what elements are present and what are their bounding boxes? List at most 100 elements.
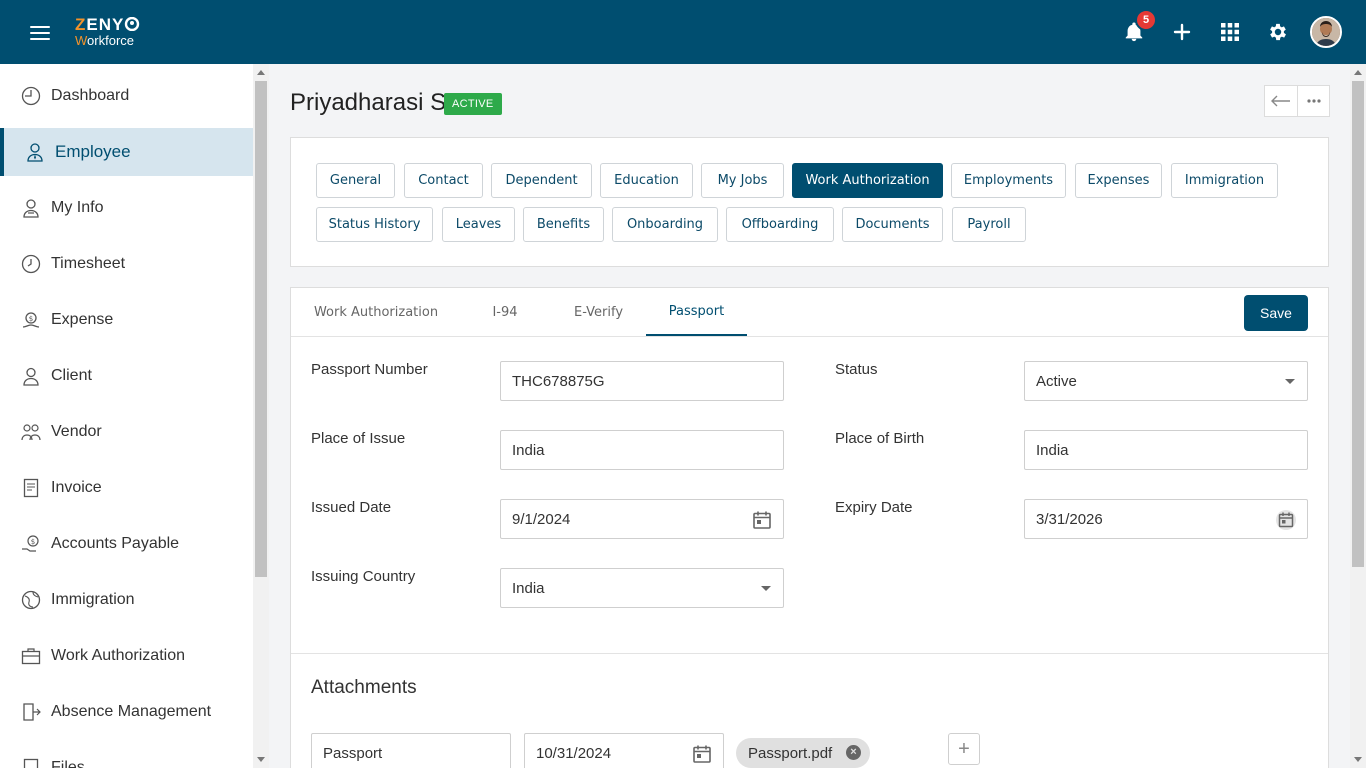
tab-onboarding[interactable]: Onboarding — [612, 207, 718, 242]
tab-dependent[interactable]: Dependent — [491, 163, 592, 198]
sidebar-item-label: Dashboard — [51, 87, 130, 104]
sidebar-item-timesheet[interactable]: Timesheet — [0, 240, 253, 288]
passport-number-value: THC678875G — [512, 372, 605, 390]
gear-icon[interactable] — [1266, 20, 1290, 44]
attachment-file-name: Passport.pdf — [748, 744, 833, 762]
brand-logo[interactable]: ZENY Workforce — [75, 16, 140, 47]
issuing-country-select[interactable]: India — [500, 568, 784, 608]
calendar-icon[interactable] — [1276, 510, 1296, 530]
sidebar-scrollbar[interactable] — [253, 64, 269, 768]
sidebar-item-client[interactable]: Client — [0, 352, 253, 400]
expense-icon: $ — [21, 310, 41, 330]
add-icon[interactable] — [1170, 20, 1194, 44]
sidebar-item-absence-management[interactable]: Absence Management — [0, 688, 253, 736]
sidebar-item-label: Timesheet — [51, 255, 126, 272]
user-avatar[interactable] — [1310, 16, 1342, 48]
tab-contact[interactable]: Contact — [404, 163, 483, 198]
remove-file-icon[interactable]: × — [846, 745, 861, 760]
tab-payroll[interactable]: Payroll — [952, 207, 1026, 242]
status-badge: ACTIVE — [444, 93, 502, 115]
subtab-e-verify[interactable]: E-Verify — [561, 288, 636, 336]
top-bar: ZENY Workforce 5 — [0, 0, 1366, 64]
invoice-icon — [21, 478, 41, 498]
expiry-date-input[interactable]: 3/31/2026 — [1024, 499, 1308, 539]
subtab-i94[interactable]: I-94 — [481, 288, 529, 336]
tab-documents[interactable]: Documents — [842, 207, 943, 242]
sidebar-item-expense[interactable]: $ Expense — [0, 296, 253, 344]
main-scrollbar[interactable] — [1350, 64, 1366, 768]
sidebar-item-immigration[interactable]: Immigration — [0, 576, 253, 624]
sidebar: Dashboard Employee My Info Timesheet $ E… — [0, 64, 253, 768]
tab-leaves[interactable]: Leaves — [442, 207, 515, 242]
employee-icon — [25, 142, 45, 162]
back-arrow-icon[interactable] — [1265, 86, 1297, 116]
issued-date-value: 9/1/2024 — [512, 510, 571, 528]
subtab-passport[interactable]: Passport — [646, 288, 747, 336]
sidebar-item-files[interactable]: Files — [0, 744, 253, 768]
place-of-issue-input[interactable]: India — [500, 430, 784, 470]
svg-text:$: $ — [31, 538, 35, 546]
page-title: Priyadharasi S — [290, 89, 447, 116]
tab-offboarding[interactable]: Offboarding — [726, 207, 834, 242]
svg-text:$: $ — [29, 315, 33, 323]
menu-icon[interactable] — [30, 26, 50, 40]
apps-grid-icon[interactable] — [1218, 20, 1242, 44]
sidebar-item-label: Employee — [55, 142, 131, 161]
status-select[interactable]: Active — [1024, 361, 1308, 401]
employee-nav-card: General Contact Dependent Education My J… — [290, 137, 1329, 267]
place-of-birth-input[interactable]: India — [1024, 430, 1308, 470]
tab-benefits[interactable]: Benefits — [523, 207, 604, 242]
tab-status-history[interactable]: Status History — [316, 207, 433, 242]
tab-immigration[interactable]: Immigration — [1171, 163, 1278, 198]
sub-tabs: Work Authorization I-94 E-Verify Passpor… — [291, 288, 1328, 337]
subtab-work-authorization[interactable]: Work Authorization — [305, 288, 447, 336]
sidebar-item-vendor[interactable]: Vendor — [0, 408, 253, 456]
attachment-type-value: Passport — [323, 744, 383, 762]
attachment-date-value: 10/31/2024 — [536, 744, 612, 762]
sidebar-item-label: Vendor — [51, 423, 102, 440]
globe-icon — [21, 590, 41, 610]
attachment-file-chip[interactable]: Passport.pdf × — [736, 738, 870, 768]
exit-icon — [21, 702, 41, 722]
sidebar-item-dashboard[interactable]: Dashboard — [0, 72, 253, 120]
sidebar-item-label: My Info — [51, 199, 104, 216]
tab-expenses[interactable]: Expenses — [1075, 163, 1162, 198]
sidebar-item-my-info[interactable]: My Info — [0, 184, 253, 232]
client-icon — [21, 366, 41, 386]
sidebar-item-invoice[interactable]: Invoice — [0, 464, 253, 512]
status-value: Active — [1036, 372, 1077, 390]
sidebar-item-label: Client — [51, 367, 92, 384]
more-options-icon[interactable] — [1297, 86, 1329, 116]
tab-education[interactable]: Education — [600, 163, 693, 198]
calendar-icon[interactable] — [692, 744, 712, 764]
place-of-issue-label: Place of Issue — [311, 430, 406, 447]
sidebar-item-work-authorization[interactable]: Work Authorization — [0, 632, 253, 680]
sidebar-item-label: Invoice — [51, 479, 102, 496]
attachments-title: Attachments — [311, 677, 417, 698]
issuing-country-value: India — [512, 579, 545, 597]
tab-employments[interactable]: Employments — [951, 163, 1066, 198]
sidebar-item-label: Accounts Payable — [51, 535, 180, 552]
issued-date-input[interactable]: 9/1/2024 — [500, 499, 784, 539]
tab-my-jobs[interactable]: My Jobs — [701, 163, 784, 198]
clock-icon — [21, 254, 41, 274]
sidebar-item-label: Files — [51, 759, 85, 768]
sidebar-item-employee[interactable]: Employee — [0, 128, 253, 176]
passport-number-input[interactable]: THC678875G — [500, 361, 784, 401]
calendar-icon[interactable] — [752, 510, 772, 530]
attachment-date-input[interactable]: 10/31/2024 — [524, 733, 724, 768]
tab-general[interactable]: General — [316, 163, 395, 198]
attachment-type-input[interactable]: Passport — [311, 733, 511, 768]
expiry-date-value: 3/31/2026 — [1036, 510, 1103, 528]
vendor-icon — [21, 422, 41, 442]
status-label: Status — [835, 361, 878, 378]
passport-number-label: Passport Number — [311, 361, 428, 378]
chevron-down-icon — [1285, 379, 1295, 384]
sidebar-item-accounts-payable[interactable]: $ Accounts Payable — [0, 520, 253, 568]
sidebar-item-label: Work Authorization — [51, 647, 185, 664]
tab-work-authorization[interactable]: Work Authorization — [792, 163, 943, 198]
add-attachment-button[interactable]: + — [948, 733, 980, 765]
save-button[interactable]: Save — [1244, 295, 1308, 331]
section-divider — [291, 653, 1328, 654]
place-of-birth-label: Place of Birth — [835, 430, 925, 447]
